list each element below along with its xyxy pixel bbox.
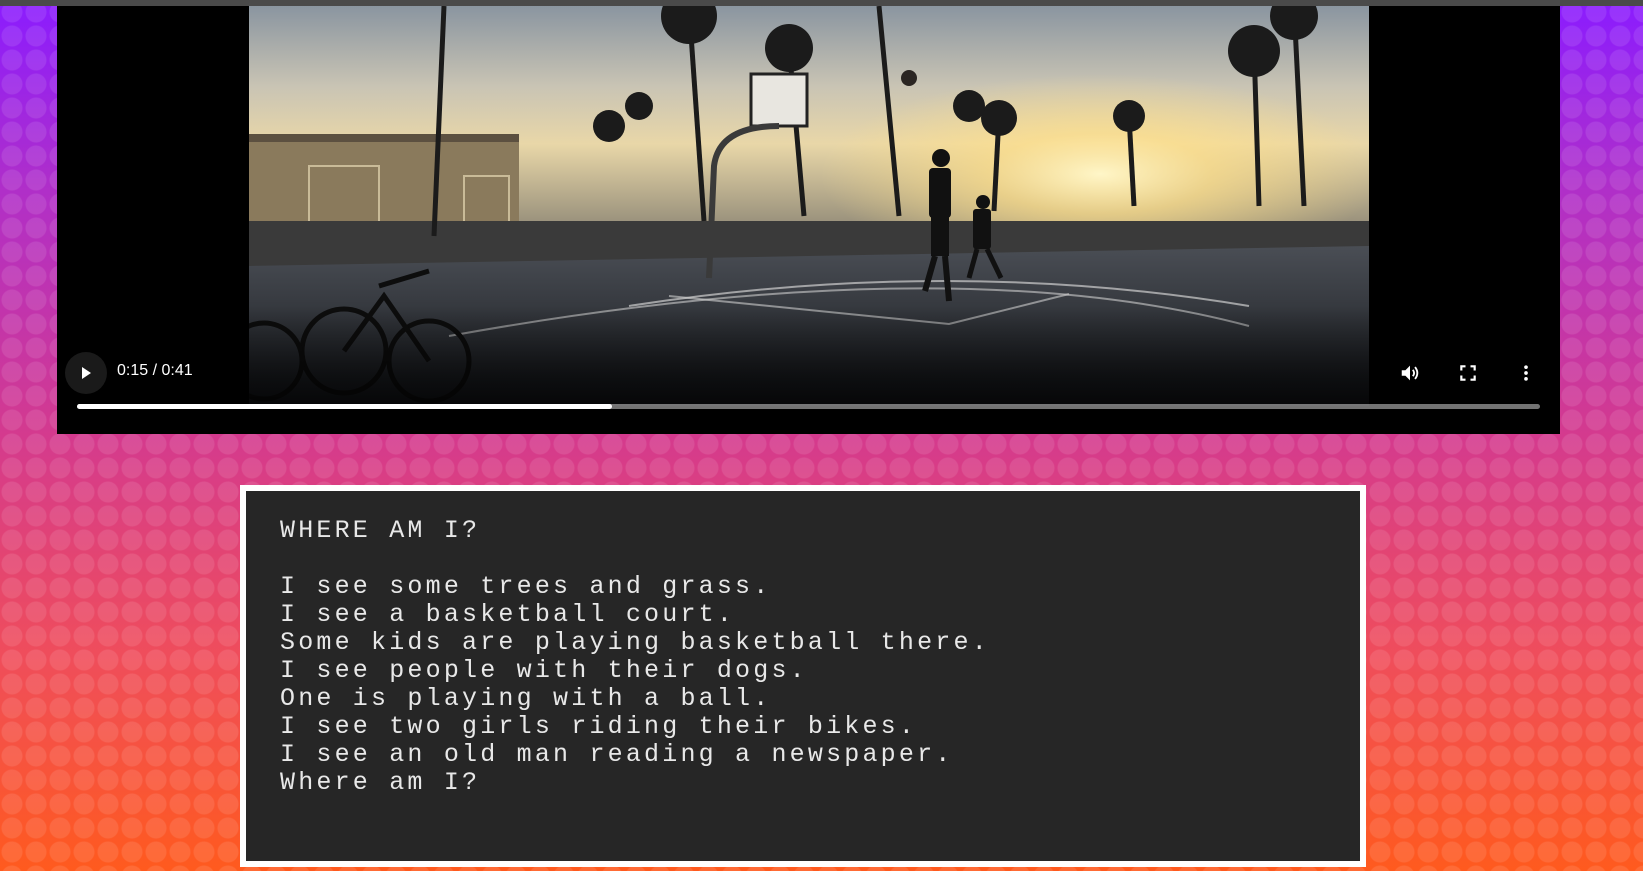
- fullscreen-button[interactable]: [1453, 358, 1483, 388]
- panel-line: Some kids are playing basketball there.: [280, 628, 990, 657]
- panel-line: I see some trees and grass.: [280, 572, 772, 601]
- panel-heading: WHERE AM I?: [280, 516, 481, 545]
- video-player[interactable]: 0:15 / 0:41: [57, 6, 1560, 434]
- fullscreen-icon: [1460, 365, 1476, 381]
- more-options-button[interactable]: [1511, 358, 1541, 388]
- play-icon: [82, 367, 91, 379]
- panel-line: One is playing with a ball.: [280, 684, 772, 713]
- panel-line: I see an old man reading a newspaper.: [280, 740, 954, 769]
- panel-line: I see a basketball court.: [280, 600, 736, 629]
- time-display: 0:15 / 0:41: [117, 362, 193, 379]
- volume-icon: [1401, 365, 1419, 381]
- panel-line: I see two girls riding their bikes.: [280, 712, 918, 741]
- panel-line: I see people with their dogs.: [280, 656, 808, 685]
- panel-line: Where am I?: [280, 768, 481, 797]
- play-button[interactable]: [65, 352, 107, 394]
- controls-overlay: [57, 306, 1560, 434]
- text-panel: WHERE AM I? I see some trees and grass. …: [240, 485, 1366, 867]
- progress-bar-fill: [77, 404, 613, 409]
- more-options-icon: [1524, 365, 1528, 381]
- volume-button[interactable]: [1395, 358, 1425, 388]
- progress-bar[interactable]: [77, 404, 1540, 409]
